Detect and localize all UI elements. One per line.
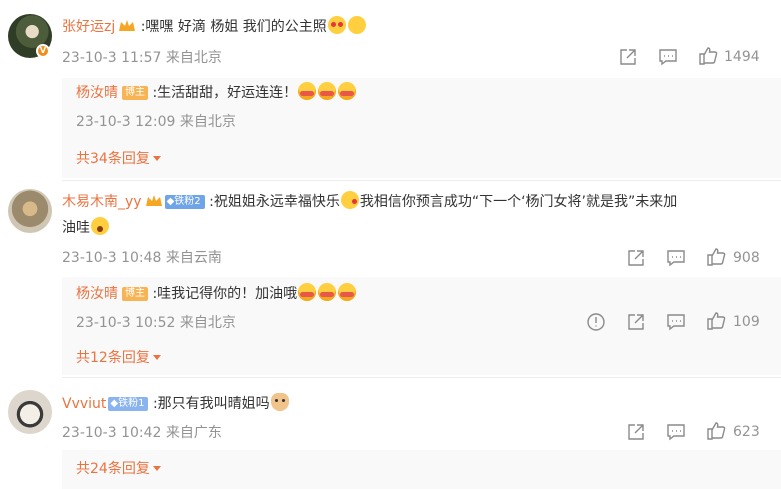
verified-badge-icon: V <box>36 44 50 58</box>
comment-icon[interactable] <box>658 47 678 67</box>
reply-block: 杨汝晴 博主 :哇我记得你的！加油哦 23-10-3 10:52 来自北京 109… <box>62 277 781 375</box>
reply-line: 杨汝晴 博主 :生活甜甜，好运连连！ <box>76 82 357 104</box>
doge-emoji-icon <box>270 393 289 411</box>
smile-emoji-icon <box>347 16 366 34</box>
wow-emoji-icon <box>91 217 109 235</box>
chevron-down-icon <box>152 156 161 161</box>
fan-badge: ◆铁粉1 <box>108 397 149 411</box>
comment-icon[interactable] <box>666 248 686 268</box>
comment-line: Vvviut ◆铁粉1 :那只有我叫晴姐吗 <box>62 393 290 415</box>
reply-text: :哇我记得你的！加油哦 <box>152 286 298 302</box>
like-icon[interactable] <box>706 421 726 441</box>
like-icon[interactable] <box>698 46 718 66</box>
comment-text-3: 油哇 <box>62 220 90 236</box>
more-replies-link[interactable]: 共12条回复 <box>76 347 161 367</box>
like-icon[interactable] <box>706 311 726 331</box>
praise-emoji-icon <box>338 82 357 100</box>
comment-line: 木易木南_yy ◆铁粉2 :祝姐姐永远幸福快乐 我相信你预言成功“下一个‘杨门女将’… <box>62 191 677 213</box>
share-icon[interactable] <box>626 422 646 442</box>
reply-block: 杨汝晴 博主 :生活甜甜，好运连连！ 23-10-3 12:09 来自北京 共34… <box>62 78 781 178</box>
comment-meta: 23-10-3 11:57 来自北京 <box>62 50 222 66</box>
like-count: 1494 <box>724 49 760 65</box>
more-replies-link[interactable]: 共24条回复 <box>76 458 161 478</box>
kiss-emoji-icon <box>340 191 359 209</box>
crown-icon <box>145 195 162 206</box>
username-link[interactable]: Vvviut <box>62 396 106 412</box>
share-icon[interactable] <box>626 248 646 268</box>
host-badge: 博主 <box>122 287 148 301</box>
comment-meta: 23-10-3 10:48 来自云南 <box>62 250 222 266</box>
username-link[interactable]: 木易木南_yy <box>62 194 142 210</box>
comment-item: 木易木南_yy ◆铁粉2 :祝姐姐永远幸福快乐 我相信你预言成功“下一个‘杨门女将’… <box>0 181 781 376</box>
comment-item: V 张好运zj :嘿嘿 好滴 杨姐 我们的公主照 23-10-3 11:57 来… <box>0 0 781 180</box>
fan-badge: ◆铁粉2 <box>164 195 205 209</box>
comment-meta: 23-10-3 10:42 来自广东 <box>62 425 222 441</box>
more-replies-label: 共24条回复 <box>76 461 150 477</box>
report-icon[interactable] <box>586 312 606 332</box>
crown-icon <box>119 20 136 31</box>
comment-text: :嘿嘿 好滴 杨姐 我们的公主照 <box>140 19 327 35</box>
praise-emoji-icon <box>298 283 317 301</box>
reply-meta: 23-10-3 12:09 来自北京 <box>76 114 236 130</box>
chevron-down-icon <box>152 466 161 471</box>
comment-icon[interactable] <box>666 312 686 332</box>
fan-badge-label: 铁粉1 <box>118 398 145 409</box>
share-icon[interactable] <box>618 47 638 67</box>
more-replies-label: 共12条回复 <box>76 350 150 366</box>
reply-block: 共24条回复 <box>62 450 781 489</box>
like-count: 908 <box>733 250 760 266</box>
share-icon[interactable] <box>626 312 646 332</box>
username-link[interactable]: 张好运zj <box>62 19 115 35</box>
fan-badge-label: 铁粉2 <box>174 196 201 207</box>
comment-item: Vvviut ◆铁粉1 :那只有我叫晴姐吗 23-10-3 10:42 来自广东 … <box>0 378 781 489</box>
comment-line: 张好运zj :嘿嘿 好滴 杨姐 我们的公主照 <box>62 16 367 38</box>
host-badge: 博主 <box>122 86 148 100</box>
reply-text: :生活甜甜，好运连连！ <box>152 85 298 101</box>
like-count: 623 <box>733 424 760 440</box>
avatar[interactable] <box>8 390 52 434</box>
like-icon[interactable] <box>706 247 726 267</box>
avatar[interactable] <box>8 189 52 233</box>
praise-emoji-icon <box>338 283 357 301</box>
praise-emoji-icon <box>318 82 337 100</box>
comment-text: :那只有我叫晴姐吗 <box>152 396 270 412</box>
reply-username-link[interactable]: 杨汝晴 <box>76 286 118 302</box>
heart-eyes-emoji-icon <box>327 16 346 34</box>
chevron-down-icon <box>152 355 161 360</box>
comment-line-2: 油哇 <box>62 217 110 239</box>
comment-text-2: 我相信你预言成功“下一个‘杨门女将’就是我”未来加 <box>359 194 678 210</box>
praise-emoji-icon <box>298 82 317 100</box>
reply-meta: 23-10-3 10:52 来自北京 <box>76 315 236 331</box>
reply-line: 杨汝晴 博主 :哇我记得你的！加油哦 <box>76 283 357 305</box>
more-replies-label: 共34条回复 <box>76 151 150 167</box>
comment-text: :祝姐姐永远幸福快乐 <box>209 194 340 210</box>
comment-icon[interactable] <box>666 422 686 442</box>
praise-emoji-icon <box>318 283 337 301</box>
more-replies-link[interactable]: 共34条回复 <box>76 148 161 168</box>
like-count: 109 <box>733 314 760 330</box>
reply-username-link[interactable]: 杨汝晴 <box>76 85 118 101</box>
